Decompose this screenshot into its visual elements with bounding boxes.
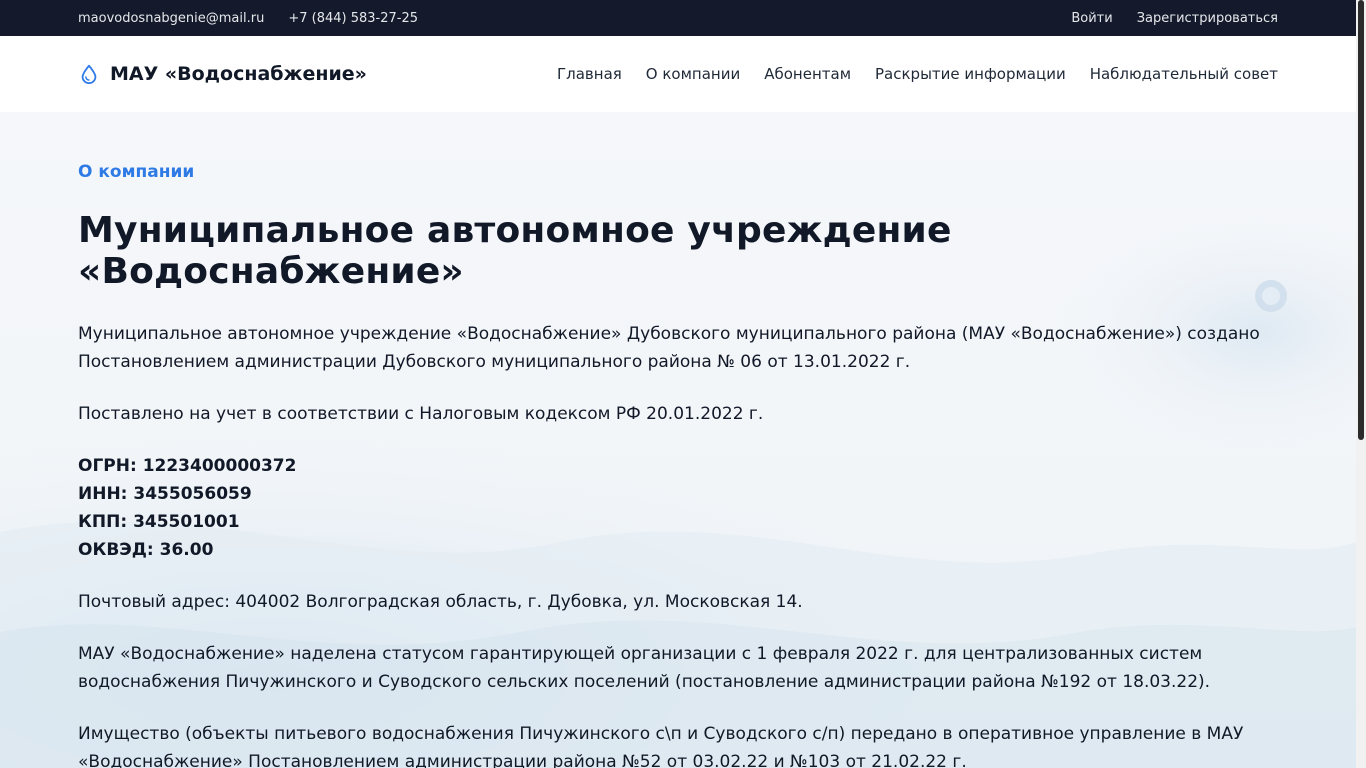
nav-home[interactable]: Главная [557,65,622,83]
nav-supervisory-board[interactable]: Наблюдательный совет [1090,65,1278,83]
paragraph-founding: Муниципальное автономное учреждение «Вод… [78,324,1260,372]
nav-subscribers[interactable]: Абонентам [764,65,851,83]
contact-phone[interactable]: +7 (844) 583-27-25 [288,11,418,26]
paragraph-tax-registration: Поставлено на учет в соответствии с Нало… [78,404,764,424]
nav-disclosure[interactable]: Раскрытие информации [875,65,1066,83]
site-header: МАУ «Водоснабжение» Главная О компании А… [0,36,1356,112]
paragraph-property: Имущество (объекты питьевого водоснабжен… [78,724,1244,768]
page-scrollbar[interactable] [1356,0,1366,768]
requisite-ogrn: ОГРН: 1223400000372 [78,456,297,476]
contact-email[interactable]: maovodosnabgenie@mail.ru [78,11,264,26]
main-content: О компании Муниципальное автономное учре… [0,112,1356,768]
brand-logo[interactable]: МАУ «Водоснабжение» [78,63,367,85]
scrollbar-thumb[interactable] [1358,0,1364,440]
paragraph-status: МАУ «Водоснабжение» наделена статусом га… [78,644,1211,692]
nav-about[interactable]: О компании [646,65,740,83]
top-bar: maovodosnabgenie@mail.ru +7 (844) 583-27… [0,0,1356,36]
breadcrumb[interactable]: О компании [78,162,1278,182]
register-link[interactable]: Зарегистрироваться [1137,11,1278,26]
page-title: Муниципальное автономное учреждение «Вод… [78,210,952,292]
login-link[interactable]: Войти [1071,11,1112,26]
requisite-kpp: КПП: 345501001 [78,512,240,532]
main-nav: Главная О компании Абонентам Раскрытие и… [533,65,1278,83]
paragraph-address: Почтовый адрес: 404002 Волгоградская обл… [78,592,803,612]
requisite-inn: ИНН: 3455056059 [78,484,252,504]
requisite-okved: ОКВЭД: 36.00 [78,540,214,560]
brand-name: МАУ «Водоснабжение» [110,63,367,85]
water-drop-icon [78,63,100,85]
requisites: ОГРН: 1223400000372 ИНН: 3455056059 КПП:… [78,452,1278,564]
article: О компании Муниципальное автономное учре… [78,162,1278,768]
